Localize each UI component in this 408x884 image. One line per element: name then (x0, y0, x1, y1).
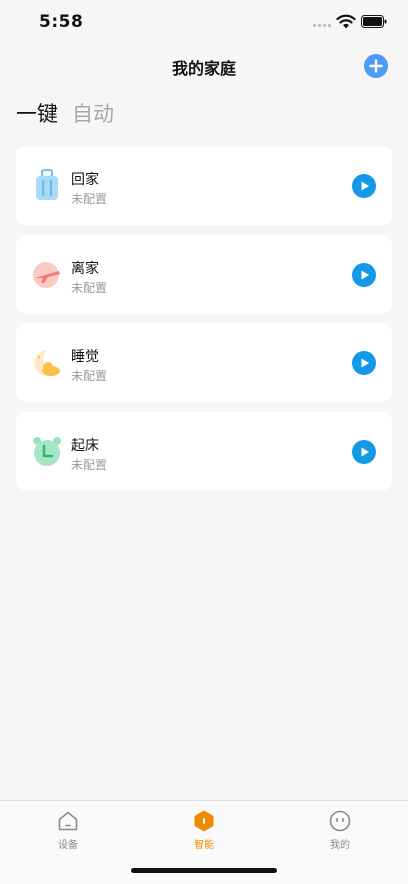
wifi-icon (336, 14, 356, 29)
luggage-icon (36, 168, 58, 200)
play-icon (361, 358, 369, 368)
scene-card-wake[interactable]: 起床 未配置 (16, 412, 392, 491)
play-icon (361, 447, 369, 457)
scene-name: 睡觉 (71, 349, 99, 365)
scene-status: 未配置 (71, 369, 108, 383)
plus-icon (369, 59, 383, 73)
scene-card-home[interactable]: 回家 未配置 (16, 146, 392, 225)
moon-cloud-icon (34, 349, 60, 376)
play-icon (361, 181, 369, 191)
scene-name: 起床 (71, 438, 99, 454)
scene-status: 未配置 (71, 458, 108, 472)
tab-automation[interactable]: 自动 (72, 98, 114, 128)
hexagon-smart-icon (194, 810, 214, 832)
face-icon (329, 810, 351, 832)
signal-icon (313, 24, 331, 27)
run-scene-button[interactable] (352, 440, 376, 464)
run-scene-button[interactable] (352, 351, 376, 375)
airplane-icon (33, 262, 60, 288)
scene-name: 离家 (71, 261, 99, 277)
tab-label: 设备 (58, 840, 78, 851)
scene-status: 未配置 (71, 192, 108, 206)
status-time: 5:58 (39, 12, 84, 32)
tab-me[interactable]: 我的 (300, 809, 380, 851)
scene-status: 未配置 (71, 281, 108, 295)
tab-smart[interactable]: 智能 (164, 809, 244, 851)
scene-type-tabs: 一键 自动 (16, 98, 114, 128)
status-bar: 5:58 (0, 0, 408, 44)
house-icon (58, 811, 78, 831)
alarm-clock-icon (33, 437, 61, 466)
scene-card-leave[interactable]: 离家 未配置 (16, 235, 392, 314)
tab-one-click[interactable]: 一键 (16, 98, 58, 128)
play-icon (361, 270, 369, 280)
scene-card-sleep[interactable]: 睡觉 未配置 (16, 323, 392, 402)
add-scene-button[interactable] (364, 54, 388, 78)
run-scene-button[interactable] (352, 174, 376, 198)
run-scene-button[interactable] (352, 263, 376, 287)
scene-name: 回家 (71, 172, 99, 188)
battery-icon (361, 15, 387, 28)
page-title: 我的家庭 (171, 59, 236, 78)
tab-label: 智能 (194, 840, 214, 851)
tab-label: 我的 (330, 840, 350, 851)
home-indicator (131, 868, 277, 873)
tab-devices[interactable]: 设备 (28, 809, 108, 851)
